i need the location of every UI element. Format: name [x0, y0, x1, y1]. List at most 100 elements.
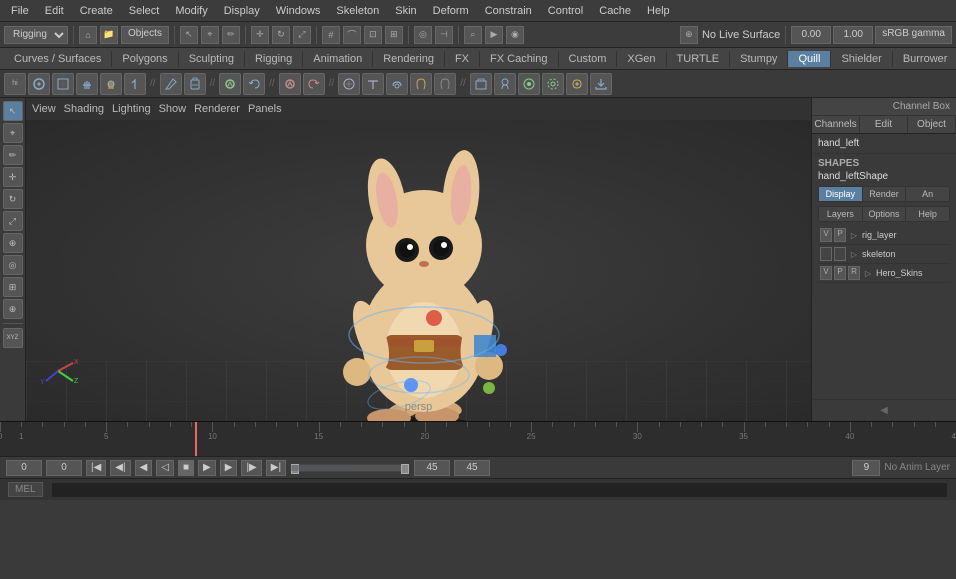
paint-icon[interactable]: ✏ [222, 26, 240, 44]
range-handle-right[interactable] [401, 464, 409, 474]
menu-skeleton[interactable]: Skeleton [329, 3, 386, 19]
next-frame-btn[interactable]: ▶ [220, 460, 238, 476]
soft-modification[interactable]: ◎ [3, 255, 23, 275]
objects-btn[interactable]: Objects [121, 26, 169, 44]
range-end-field[interactable] [414, 460, 450, 476]
ch-tab-object[interactable]: Object [908, 116, 956, 133]
tab-fx-caching[interactable]: FX Caching [480, 51, 558, 67]
snap-curve-icon[interactable]: ⌒ [343, 26, 361, 44]
shelf-sel-wfp[interactable] [52, 73, 74, 95]
tab-animation[interactable]: Animation [303, 51, 373, 67]
symmetry-icon[interactable]: ⊣ [435, 26, 453, 44]
ch-tab-edit[interactable]: Edit [860, 116, 908, 133]
tab-fx[interactable]: FX [445, 51, 480, 67]
play-back-btn[interactable]: ◁ [156, 460, 174, 476]
layer-p-rig[interactable]: P [834, 228, 846, 242]
menu-help[interactable]: Help [640, 3, 677, 19]
menu-cache[interactable]: Cache [592, 3, 638, 19]
channel-scroll-arrow[interactable]: ◀ [815, 403, 953, 418]
layer-v-skel[interactable] [820, 247, 832, 261]
menu-windows[interactable]: Windows [269, 3, 328, 19]
sh-tab-render[interactable]: Render [863, 187, 907, 201]
tab-shielder[interactable]: Shielder [831, 51, 892, 67]
shelf-reset-ri[interactable] [303, 73, 325, 95]
shelf-ears-old[interactable] [434, 73, 456, 95]
snap-grid-icon[interactable]: # [322, 26, 340, 44]
shs-tab-help[interactable]: Help [906, 207, 949, 221]
shelf-reset-l[interactable] [243, 73, 265, 95]
timeline-area[interactable]: 0151015202530354045 [0, 421, 956, 456]
snap-point-icon[interactable]: ⊡ [364, 26, 382, 44]
shelf-ears[interactable] [410, 73, 432, 95]
material-icon[interactable]: ◉ [506, 26, 524, 44]
frame-step[interactable] [833, 26, 873, 44]
home-icon[interactable]: ⌂ [79, 26, 97, 44]
mel-python-toggle[interactable]: MEL [8, 482, 43, 497]
shelf-export[interactable] [590, 73, 612, 95]
current-frame-right[interactable] [454, 460, 490, 476]
render-icon[interactable]: ▶ [485, 26, 503, 44]
prev-key-btn[interactable]: ◀| [110, 460, 130, 476]
menu-create[interactable]: Create [73, 3, 120, 19]
play-fwd-btn[interactable]: ▶ [198, 460, 216, 476]
custom-tool[interactable]: ⊕ [3, 299, 23, 319]
xyz-icon[interactable]: XYZ [3, 328, 23, 348]
soft-select-icon[interactable]: ◎ [414, 26, 432, 44]
tab-custom[interactable]: Custom [559, 51, 618, 67]
shelf-select-ri[interactable] [28, 73, 50, 95]
layer-r-hero[interactable]: R [848, 266, 860, 280]
stop-btn[interactable]: ■ [178, 460, 194, 476]
shelf-trans-t[interactable] [362, 73, 384, 95]
menu-control[interactable]: Control [541, 3, 590, 19]
shelf-trans-s[interactable] [338, 73, 360, 95]
shelf-fingers[interactable] [76, 73, 98, 95]
vp-menu-lighting[interactable]: Lighting [112, 103, 151, 115]
history-icon[interactable]: ⌕ [464, 26, 482, 44]
tab-quill[interactable]: Quill [788, 51, 831, 67]
move-icon[interactable]: ✛ [251, 26, 269, 44]
vp-menu-view[interactable]: View [32, 103, 56, 115]
layer-v-hero[interactable]: V [820, 266, 832, 280]
shs-tab-options[interactable]: Options [863, 207, 907, 221]
tab-curves-surfaces[interactable]: Curves / Surfaces [4, 51, 112, 67]
lasso-tool[interactable]: ⌖ [3, 123, 23, 143]
layer-v-rig[interactable]: V [820, 228, 832, 242]
sh-tab-display[interactable]: Display [819, 187, 863, 201]
scale-icon[interactable]: ⤢ [293, 26, 311, 44]
vp-menu-show[interactable]: Show [159, 103, 187, 115]
sh-tab-an[interactable]: An [906, 187, 949, 201]
gamma-btn[interactable]: sRGB gamma [875, 26, 952, 44]
lasso-icon[interactable]: ⌖ [201, 26, 219, 44]
shelf-phy1[interactable] [518, 73, 540, 95]
shelf-studio[interactable] [470, 73, 492, 95]
go-end-btn[interactable]: ▶| [266, 460, 286, 476]
universal-manip[interactable]: ⊕ [3, 233, 23, 253]
shelf-heel-rol[interactable] [386, 73, 408, 95]
snap-surface-icon[interactable]: ⊞ [385, 26, 403, 44]
frame-current[interactable] [791, 26, 831, 44]
shelf-fing[interactable] [124, 73, 146, 95]
select-tool[interactable]: ↖ [3, 101, 23, 121]
rotate-icon[interactable]: ↻ [272, 26, 290, 44]
shelf-hi[interactable]: hi [4, 73, 26, 95]
move-tool[interactable]: ✛ [3, 167, 23, 187]
menu-modify[interactable]: Modify [168, 3, 214, 19]
command-input[interactable] [51, 482, 948, 498]
vp-menu-panels[interactable]: Panels [248, 103, 282, 115]
layer-p-skel[interactable] [834, 247, 846, 261]
menu-constrain[interactable]: Constrain [478, 3, 539, 19]
tab-rendering[interactable]: Rendering [373, 51, 445, 67]
range-start-field[interactable] [6, 460, 42, 476]
timeline-ruler[interactable]: 0151015202530354045 [0, 422, 956, 456]
viewport[interactable]: View Shading Lighting Show Renderer Pane… [26, 98, 811, 421]
mode-select[interactable]: Rigging [4, 26, 68, 44]
show-manip[interactable]: ⊞ [3, 277, 23, 297]
tab-polygons[interactable]: Polygons [112, 51, 178, 67]
menu-edit[interactable]: Edit [38, 3, 71, 19]
frame-display[interactable] [852, 460, 880, 476]
menu-display[interactable]: Display [217, 3, 267, 19]
timeline-playhead[interactable] [195, 422, 197, 456]
shelf-rig-quill[interactable] [160, 73, 182, 95]
menu-deform[interactable]: Deform [426, 3, 476, 19]
scale-tool[interactable]: ⤢ [3, 211, 23, 231]
